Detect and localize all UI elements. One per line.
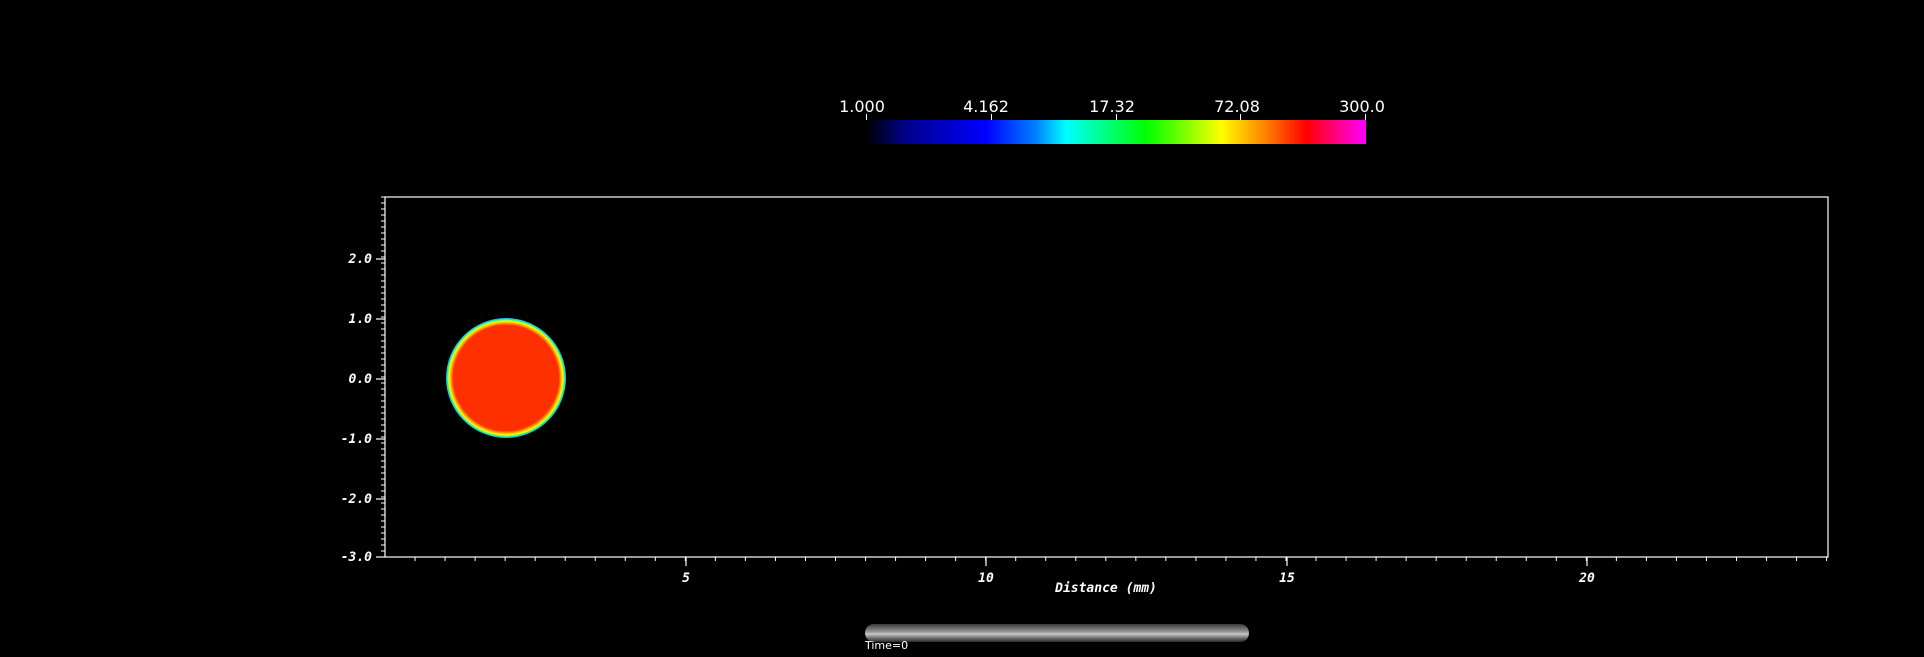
y-axis: 2.0 1.0 0.0 -1.0 -2.0 -3.0 <box>341 252 385 565</box>
y-tick-label: 0.0 <box>349 372 373 387</box>
x-tick-label: 10 <box>978 571 994 586</box>
x-tick-label: 15 <box>1279 571 1295 586</box>
y-axis-minor-ticks <box>381 196 385 558</box>
render-viewport[interactable]: 1.000 4.162 17.32 72.08 300.0 5 10 15 20… <box>0 0 1924 657</box>
y-tick-label: -3.0 <box>341 550 372 565</box>
plot-frame <box>384 196 1829 558</box>
y-tick-label: -2.0 <box>341 492 372 507</box>
x-axis: 5 10 15 20 Distance (mm) <box>682 557 1595 596</box>
x-axis-title: Distance (mm) <box>1054 581 1157 596</box>
time-slider[interactable] <box>865 624 1249 642</box>
x-tick-label: 20 <box>1578 571 1595 586</box>
y-tick-label: -1.0 <box>341 432 372 447</box>
time-label: Time=0 <box>865 639 909 652</box>
y-tick-label: 2.0 <box>348 252 373 267</box>
plot-area: 5 10 15 20 Distance (mm) 2.0 1.0 0.0 -1.… <box>341 196 1829 596</box>
x-tick-label: 5 <box>682 571 690 586</box>
y-tick-label: 1.0 <box>349 312 373 327</box>
droplet-region <box>446 318 566 438</box>
